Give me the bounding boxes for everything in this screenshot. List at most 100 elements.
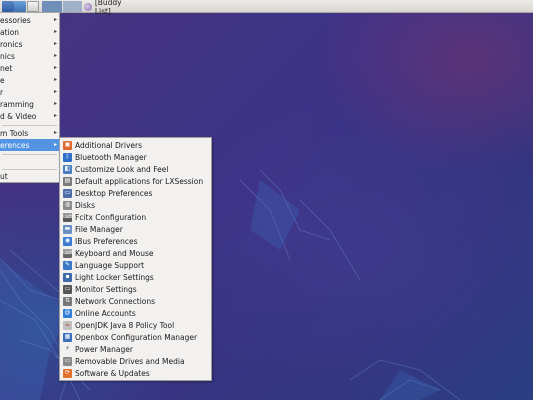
main-menu-item-label: essories <box>0 15 31 25</box>
taskbar-button-buddy-list[interactable]: [Buddy List] <box>84 0 139 16</box>
submenu-item-network-connections[interactable]: ⇅ Network Connections <box>61 295 210 307</box>
drive-icon: ▭ <box>63 356 72 366</box>
submenu-item-openbox-config[interactable]: ▦ Openbox Configuration Manager <box>61 331 210 343</box>
chevron-right-icon: ▸ <box>53 28 57 35</box>
lock-icon: ▪ <box>63 272 72 282</box>
show-desktop-icon[interactable] <box>27 1 39 12</box>
workspace-pager[interactable] <box>42 1 82 12</box>
submenu-item-language-support[interactable]: ✎ Language Support <box>61 259 210 271</box>
main-menu-item-system-tools[interactable]: m Tools ▸ <box>0 127 59 139</box>
main-menu-item-preferences[interactable]: erences ▸ <box>0 139 59 151</box>
main-menu-item-electronics[interactable]: ronics ▸ <box>0 38 59 50</box>
java-icon: ☕ <box>63 320 72 330</box>
submenu-item-label: Desktop Preferences <box>75 188 153 198</box>
submenu-item-customize-look[interactable]: ◧ Customize Look and Feel <box>61 163 210 175</box>
main-menu-item-label: d & Video <box>0 111 37 121</box>
submenu-item-label: File Manager <box>75 224 123 234</box>
menu-separator <box>2 125 57 126</box>
submenu-item-removable-drives[interactable]: ▭ Removable Drives and Media <box>61 355 210 367</box>
main-menu-item-label: net <box>0 63 13 73</box>
submenu-item-label: Removable Drives and Media <box>75 356 185 366</box>
submenu-item-monitor-settings[interactable]: ▭ Monitor Settings <box>61 283 210 295</box>
main-menu-item-education[interactable]: ation ▸ <box>0 26 59 38</box>
openbox-icon: ▦ <box>63 332 72 342</box>
keyboard-mouse-icon: ⌨ <box>63 248 72 258</box>
submenu-item-label: Customize Look and Feel <box>75 164 169 174</box>
submenu-item-power-manager[interactable]: ⚡ Power Manager <box>61 343 210 355</box>
submenu-item-java-policy-tool[interactable]: ☕ OpenJDK Java 8 Policy Tool <box>61 319 210 331</box>
submenu-item-additional-drivers[interactable]: ▣ Additional Drivers <box>61 139 210 151</box>
file-manager-icon[interactable] <box>14 1 26 12</box>
chevron-right-icon: ▸ <box>53 52 57 59</box>
power-icon: ⚡ <box>63 344 72 354</box>
language-icon: ✎ <box>63 260 72 270</box>
submenu-item-label: Language Support <box>75 260 145 270</box>
submenu-item-light-locker[interactable]: ▪ Light Locker Settings <box>61 271 210 283</box>
main-menu-item-accessories[interactable]: essories ▸ <box>0 14 59 26</box>
submenu-item-label: Software & Updates <box>75 368 150 378</box>
disks-icon: ◍ <box>63 200 72 210</box>
main-menu: essories ▸ ation ▸ ronics ▸ nics ▸ net ▸… <box>0 13 60 183</box>
main-menu-item-programming[interactable]: ramming ▸ <box>0 98 59 110</box>
taskbar-button-label: [Buddy List] <box>94 0 122 16</box>
submenu-item-online-accounts[interactable]: @ Online Accounts <box>61 307 210 319</box>
workspace-1[interactable] <box>42 1 62 12</box>
preferences-submenu: ▣ Additional Drivers ᛒ Bluetooth Manager… <box>59 137 212 381</box>
main-menu-item-label: ramming <box>0 99 34 109</box>
submenu-item-label: Openbox Configuration Manager <box>75 332 198 342</box>
main-menu-item-label: ronics <box>0 39 23 49</box>
main-menu-item-label: e <box>0 75 5 85</box>
submenu-item-label: Additional Drivers <box>75 140 143 150</box>
chevron-right-icon: ▸ <box>53 88 57 95</box>
main-menu-icon[interactable] <box>2 1 14 12</box>
chevron-right-icon: ▸ <box>53 64 57 71</box>
submenu-item-disks[interactable]: ◍ Disks <box>61 199 210 211</box>
pidgin-icon <box>84 2 92 11</box>
submenu-item-default-applications[interactable]: ▤ Default applications for LXSession <box>61 175 210 187</box>
default-apps-icon: ▤ <box>63 176 72 186</box>
submenu-item-keyboard-mouse[interactable]: ⌨ Keyboard and Mouse <box>61 247 210 259</box>
appearance-icon: ◧ <box>63 164 72 174</box>
main-menu-item-label: nics <box>0 51 15 61</box>
ibus-icon: ◉ <box>63 236 72 246</box>
submenu-item-desktop-preferences[interactable]: ▭ Desktop Preferences <box>61 187 210 199</box>
main-menu-item-other[interactable]: r ▸ <box>0 86 59 98</box>
chevron-right-icon: ▸ <box>53 40 57 47</box>
submenu-item-ibus-preferences[interactable]: ◉ IBus Preferences <box>61 235 210 247</box>
submenu-item-label: IBus Preferences <box>75 236 138 246</box>
submenu-item-label: Fcitx Configuration <box>75 212 147 222</box>
submenu-item-fcitx-configuration[interactable]: ⌨ Fcitx Configuration <box>61 211 210 223</box>
submenu-item-software-updates[interactable]: ⟳ Software & Updates <box>61 367 210 379</box>
submenu-item-label: OpenJDK Java 8 Policy Tool <box>75 320 175 330</box>
main-menu-item-logout[interactable]: ut <box>0 170 59 182</box>
main-menu-item-run[interactable] <box>0 156 59 168</box>
main-menu-item-office[interactable]: e ▸ <box>0 74 59 86</box>
chevron-right-icon: ▸ <box>53 129 57 136</box>
submenu-item-label: Power Manager <box>75 344 133 354</box>
submenu-item-label: Bluetooth Manager <box>75 152 147 162</box>
submenu-item-file-manager[interactable]: ▬ File Manager <box>61 223 210 235</box>
network-icon: ⇅ <box>63 296 72 306</box>
main-menu-item-internet[interactable]: net ▸ <box>0 62 59 74</box>
monitor-icon: ▭ <box>63 284 72 294</box>
main-menu-item-label: r <box>0 87 4 97</box>
chevron-right-icon: ▸ <box>53 16 57 23</box>
submenu-item-label: Disks <box>75 200 96 210</box>
top-panel: [Buddy List] <box>0 0 533 16</box>
submenu-item-bluetooth-manager[interactable]: ᛒ Bluetooth Manager <box>61 151 210 163</box>
main-menu-item-label: ation <box>0 27 19 37</box>
main-menu-item-label: ut <box>0 171 8 181</box>
main-menu-item-label: m Tools <box>0 128 29 138</box>
folder-icon: ▬ <box>63 224 72 234</box>
main-menu-item-sound-video[interactable]: d & Video ▸ <box>0 110 59 122</box>
software-icon: ⟳ <box>63 368 72 378</box>
workspace-2[interactable] <box>62 1 82 12</box>
main-menu-item-graphics[interactable]: nics ▸ <box>0 50 59 62</box>
drivers-icon: ▣ <box>63 140 72 150</box>
keyboard-config-icon: ⌨ <box>63 212 72 222</box>
accounts-icon: @ <box>63 308 72 318</box>
chevron-right-icon: ▸ <box>53 76 57 83</box>
chevron-right-icon: ▸ <box>53 112 57 119</box>
submenu-item-label: Default applications for LXSession <box>75 176 204 186</box>
menu-separator <box>2 154 57 155</box>
